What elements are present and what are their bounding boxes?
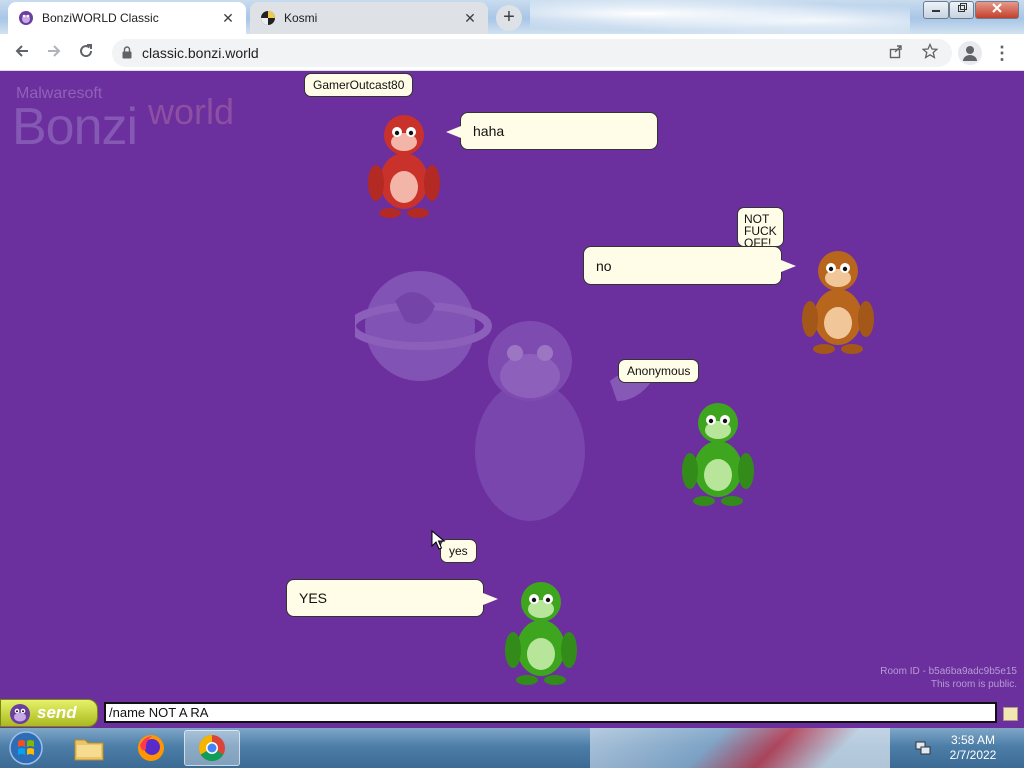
close-tab-icon[interactable]: ✕ (220, 10, 236, 26)
browser-menu-icon[interactable]: ⋮ (993, 41, 1011, 65)
send-button[interactable]: send (0, 699, 98, 727)
reload-button[interactable] (74, 41, 98, 65)
speech-bubble: haha (446, 112, 658, 150)
logo-bonzi: Bonzi (12, 98, 138, 156)
clock-date: 2/7/2022 (949, 748, 997, 762)
back-button[interactable] (10, 41, 34, 65)
profile-avatar-icon[interactable] (958, 41, 982, 65)
chat-bar: send (0, 699, 1024, 728)
minimize-icon (932, 10, 940, 12)
window-close-button[interactable] (975, 1, 1019, 19)
titlebar-wallpaper (530, 0, 910, 34)
speech-text: YES (299, 590, 328, 606)
url-text[interactable]: classic.bonzi.world (142, 45, 259, 61)
room-info: Room ID - b5a6ba9adc9b5e15 This room is … (880, 665, 1017, 691)
restore-icon (957, 3, 967, 12)
tab-title: BonziWORLD Classic (42, 11, 159, 25)
user-nametag[interactable]: yes (440, 539, 477, 563)
share-icon[interactable] (886, 43, 906, 63)
forward-button[interactable] (42, 41, 66, 65)
mouse-cursor-icon (431, 530, 445, 550)
bonzi-head-icon (10, 704, 30, 724)
user-nametag[interactable]: NOT FUCK OFF! (737, 207, 784, 247)
windows-start-icon[interactable] (6, 730, 46, 766)
windows-taskbar: 3:58 AM 2/7/2022 (0, 728, 1024, 768)
firefox-taskbar-button[interactable] (123, 730, 179, 766)
close-tab-icon[interactable]: ✕ (462, 10, 478, 26)
folder-icon (74, 739, 104, 761)
address-bar[interactable]: classic.bonzi.world (112, 39, 952, 67)
firefox-icon (138, 735, 164, 761)
minimize-button[interactable] (923, 1, 949, 19)
chrome-taskbar-button[interactable] (184, 730, 240, 766)
tab-bonziworld[interactable]: BonziWORLD Classic ✕ (8, 2, 246, 34)
speech-bubble: no (583, 246, 796, 285)
kosmi-favicon-icon (260, 10, 276, 26)
bonzi-avatar-green-icon[interactable] (499, 576, 583, 688)
room-id: Room ID - b5a6ba9adc9b5e15 (880, 666, 1017, 677)
speech-text: haha (473, 123, 505, 139)
network-icon[interactable] (914, 739, 932, 757)
clock-time: 3:58 AM (950, 733, 996, 747)
bookmark-star-icon[interactable] (920, 42, 940, 63)
chat-input[interactable] (104, 702, 997, 723)
restore-button[interactable] (949, 1, 974, 19)
lock-icon[interactable] (122, 46, 132, 59)
bonzi-avatar-red-icon[interactable] (362, 109, 446, 221)
bonzi-globe-watermark (355, 271, 655, 521)
arrow-left-icon (15, 45, 28, 57)
user-nametag[interactable]: GamerOutcast80 (304, 73, 414, 97)
reload-icon (80, 44, 93, 58)
close-icon (992, 3, 1002, 13)
send-label: send (37, 703, 77, 722)
bonzi-favicon-icon (18, 10, 34, 26)
new-tab-button[interactable]: + (496, 5, 522, 31)
logo-world: world (148, 91, 235, 132)
bonzi-avatar-brown-icon[interactable] (796, 245, 880, 357)
speech-text: no (596, 257, 612, 274)
explorer-taskbar-button[interactable] (61, 730, 117, 766)
taskbar-clock[interactable]: 3:58 AM 2/7/2022 (943, 733, 1003, 763)
chrome-icon (198, 734, 225, 762)
image-upload-icon[interactable] (1003, 707, 1018, 721)
bonzi-avatar-green-icon[interactable] (676, 397, 760, 509)
tab-title: Kosmi (284, 11, 318, 25)
tab-kosmi[interactable]: Kosmi ✕ (250, 2, 488, 34)
browser-tab-bar: BonziWORLD Classic ✕ Kosmi ✕ + (0, 0, 1024, 34)
room-status: This room is public. (930, 679, 1017, 690)
user-nametag[interactable]: Anonymous (618, 359, 700, 383)
arrow-right-icon (48, 45, 61, 57)
taskbar-wallpaper (590, 728, 890, 768)
speech-bubble: YES (286, 579, 498, 617)
browser-toolbar: classic.bonzi.world ⋮ (0, 34, 1024, 71)
bonziworld-room: Malwaresoft Bonzi world GamerOutcast80 h… (0, 71, 1024, 699)
